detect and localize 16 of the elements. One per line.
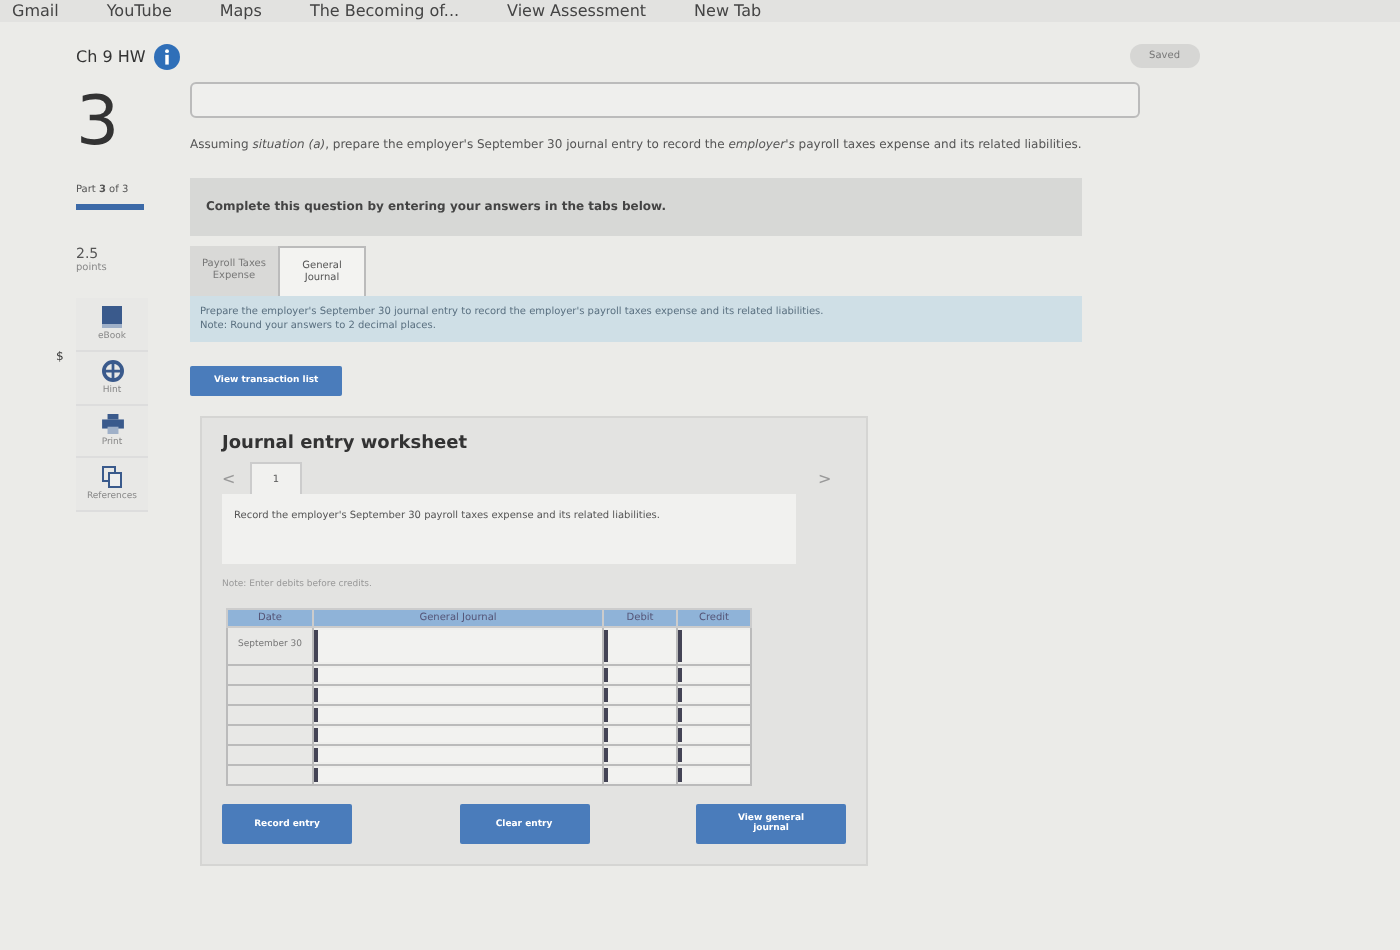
answer-field[interactable] [190, 82, 1140, 118]
bookmark-link[interactable]: New Tab [694, 0, 762, 22]
bookmark-link[interactable]: YouTube [106, 0, 172, 22]
copy-icon [102, 466, 122, 488]
info-icon[interactable] [153, 43, 180, 69]
previous-chevron-icon[interactable]: < [222, 470, 250, 489]
lifebuoy-icon [101, 360, 123, 382]
worksheet-title: Journal entry worksheet [222, 434, 470, 455]
print-icon [101, 414, 123, 434]
bookmark-link[interactable]: View Assessment [507, 0, 647, 22]
assignment-title: Ch 9 HW [76, 47, 146, 65]
bookmark-link[interactable]: Maps [219, 0, 262, 22]
bookmark-link[interactable]: Gmail [12, 0, 59, 22]
book-icon [102, 306, 122, 328]
bookmark-link[interactable]: The Becoming of... [309, 0, 460, 22]
next-chevron-icon[interactable]: > [818, 470, 846, 489]
